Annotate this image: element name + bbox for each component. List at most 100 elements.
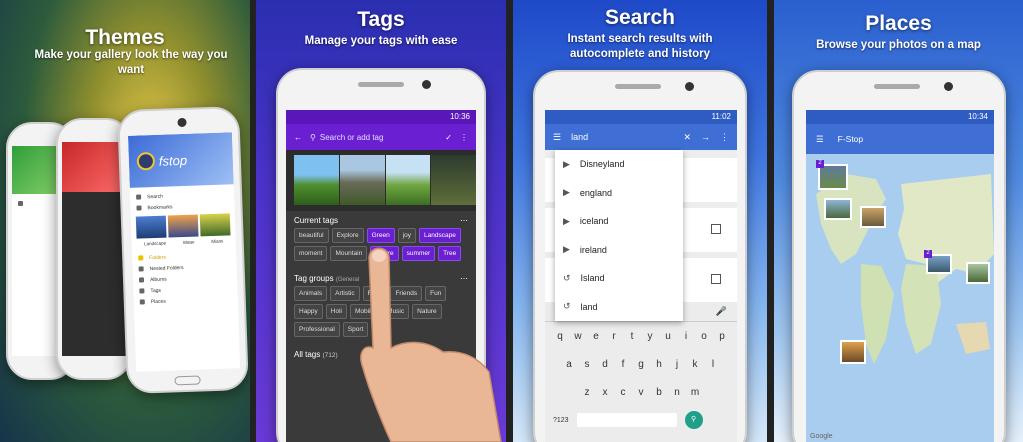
tag-icon: ▶ bbox=[563, 244, 570, 255]
key[interactable]: t bbox=[627, 331, 638, 342]
suggestion-item[interactable]: ▶ england bbox=[555, 179, 683, 208]
key[interactable]: g bbox=[636, 359, 647, 370]
key[interactable]: c bbox=[618, 387, 629, 398]
photo-cluster-marker[interactable] bbox=[966, 262, 990, 284]
check-icon[interactable]: ✓ bbox=[445, 133, 452, 142]
tag-group-chip[interactable]: Holi bbox=[325, 304, 347, 319]
more-vert-icon[interactable]: ⋮ bbox=[460, 133, 468, 142]
suggestion-item[interactable]: ▶ ireland bbox=[555, 236, 683, 265]
tag-icon: ▶ bbox=[563, 158, 570, 169]
suggestion-label: Island bbox=[580, 273, 605, 284]
app-logo-text: fstop bbox=[158, 152, 188, 169]
tags-subtitle: Manage your tags with ease bbox=[304, 35, 458, 47]
key[interactable]: h bbox=[654, 359, 665, 370]
keyboard-row: qwertyuiop bbox=[545, 322, 737, 350]
tag-icon: ▶ bbox=[563, 187, 570, 198]
count-badge: 2 bbox=[816, 160, 824, 168]
key[interactable]: e bbox=[591, 331, 602, 342]
key[interactable]: o bbox=[699, 331, 710, 342]
num-key[interactable]: ?123 bbox=[553, 417, 569, 424]
key[interactable]: m bbox=[690, 387, 701, 398]
phone-blue-theme: fstop Search Bookmarks Landscape Water M… bbox=[117, 105, 249, 395]
key[interactable]: f bbox=[618, 359, 629, 370]
suggestion-label: Disneyland bbox=[579, 159, 625, 170]
photo-cluster-marker[interactable] bbox=[840, 340, 866, 364]
key[interactable]: k bbox=[690, 359, 701, 370]
space-key[interactable] bbox=[576, 413, 677, 427]
photo-cluster-marker[interactable] bbox=[860, 206, 886, 228]
tag-groups-title: Tag groups bbox=[294, 274, 334, 283]
more-vert-icon[interactable]: ⋮ bbox=[720, 132, 729, 143]
tag-group-chip[interactable]: Happy bbox=[294, 304, 323, 319]
search-subtitle: Instant search results with autocomplete… bbox=[567, 33, 713, 60]
keyboard: 🎤 qwertyuiopasdfghjklzxcvbnm ?123 ⚲ bbox=[545, 302, 737, 442]
themes-subtitle: Make your gallery look the way you want bbox=[34, 49, 228, 76]
close-icon[interactable]: ✕ bbox=[683, 132, 691, 143]
mic-icon[interactable]: 🎤 bbox=[716, 306, 727, 317]
tags-toolbar: ← ⚲ Search or add tag ✓ ⋮ bbox=[286, 124, 476, 150]
more-horiz-icon[interactable]: ⋯ bbox=[460, 216, 468, 225]
key[interactable]: y bbox=[645, 331, 656, 342]
photo-cluster-marker[interactable] bbox=[824, 198, 852, 220]
selected-photos-strip bbox=[286, 150, 476, 211]
key[interactable]: q bbox=[555, 331, 566, 342]
checkbox[interactable] bbox=[711, 224, 721, 234]
world-map[interactable]: 2 2 Google bbox=[806, 154, 994, 442]
key[interactable]: p bbox=[717, 331, 728, 342]
autocomplete-dropdown: ▶ Disneyland ▶ england ▶ iceland ▶ ireland ↺ Isla… bbox=[555, 150, 683, 321]
home-button bbox=[174, 375, 201, 386]
key[interactable]: l bbox=[708, 359, 719, 370]
suggestion-label: land bbox=[580, 301, 598, 312]
places-phone: 10:34 ☰ F-Stop 2 2 Google bbox=[792, 70, 1006, 442]
key[interactable]: z bbox=[582, 387, 593, 398]
thumb-strip bbox=[131, 210, 236, 242]
key[interactable]: b bbox=[654, 387, 665, 398]
menu-icon[interactable]: ☰ bbox=[816, 134, 824, 145]
key[interactable]: v bbox=[636, 387, 647, 398]
key[interactable]: w bbox=[573, 331, 584, 342]
key[interactable]: i bbox=[681, 331, 692, 342]
search-toolbar: ☰ land ✕ → ⋮ bbox=[545, 124, 737, 150]
history-icon: ↺ bbox=[563, 301, 571, 312]
back-arrow-icon[interactable]: ← bbox=[294, 133, 302, 142]
key[interactable]: u bbox=[663, 331, 674, 342]
key[interactable]: r bbox=[609, 331, 620, 342]
tags-panel: Tags Manage your tags with ease 10:36 ← … bbox=[256, 0, 506, 442]
suggestion-item[interactable]: ↺ Island bbox=[555, 264, 683, 293]
key[interactable]: s bbox=[582, 359, 593, 370]
tag-search-field[interactable]: ⚲ Search or add tag bbox=[310, 133, 437, 142]
search-key-icon[interactable]: ⚲ bbox=[684, 411, 703, 429]
album-icon bbox=[138, 277, 145, 283]
drawer-item-places[interactable]: Places bbox=[134, 293, 238, 308]
search-icon bbox=[136, 194, 142, 200]
themes-title: Themes bbox=[85, 26, 165, 49]
key[interactable]: j bbox=[672, 359, 683, 370]
tags-title: Tags bbox=[357, 8, 405, 31]
keyboard-row: asdfghjkl bbox=[545, 350, 737, 378]
search-phone: 11:02 ☰ land ✕ → ⋮ ▶ Disneyland ▶ england ▶ i… bbox=[533, 70, 747, 442]
arrow-forward-icon[interactable]: → bbox=[701, 132, 710, 142]
suggestion-item[interactable]: ↺ land bbox=[555, 293, 683, 322]
key[interactable]: x bbox=[600, 387, 611, 398]
key[interactable]: n bbox=[672, 387, 683, 398]
suggestion-label: ireland bbox=[579, 244, 607, 255]
key[interactable]: a bbox=[564, 359, 575, 370]
suggestion-item[interactable]: ▶ Disneyland bbox=[555, 150, 683, 179]
keyboard-row: zxcvbnm bbox=[545, 378, 737, 406]
tag-group-chip[interactable]: Animals bbox=[294, 286, 328, 301]
suggestion-item[interactable]: ▶ iceland bbox=[555, 207, 683, 236]
checkbox[interactable] bbox=[711, 274, 721, 284]
menu-icon[interactable]: ☰ bbox=[553, 132, 561, 143]
tag-group-chip[interactable]: Professional bbox=[294, 322, 340, 337]
current-tags-title: Current tags bbox=[294, 216, 339, 225]
folder-icon bbox=[138, 255, 144, 261]
tag-chip[interactable]: moment bbox=[294, 246, 328, 261]
bookmark-icon bbox=[136, 205, 142, 211]
all-tags-title: All tags bbox=[294, 350, 321, 359]
key[interactable]: d bbox=[600, 359, 611, 370]
places-subtitle: Browse your photos on a map bbox=[816, 39, 981, 51]
tag-chip[interactable]: beautiful bbox=[294, 228, 329, 243]
search-input[interactable]: land bbox=[571, 132, 673, 142]
tag-icon bbox=[139, 288, 145, 294]
places-title: Places bbox=[865, 12, 932, 35]
